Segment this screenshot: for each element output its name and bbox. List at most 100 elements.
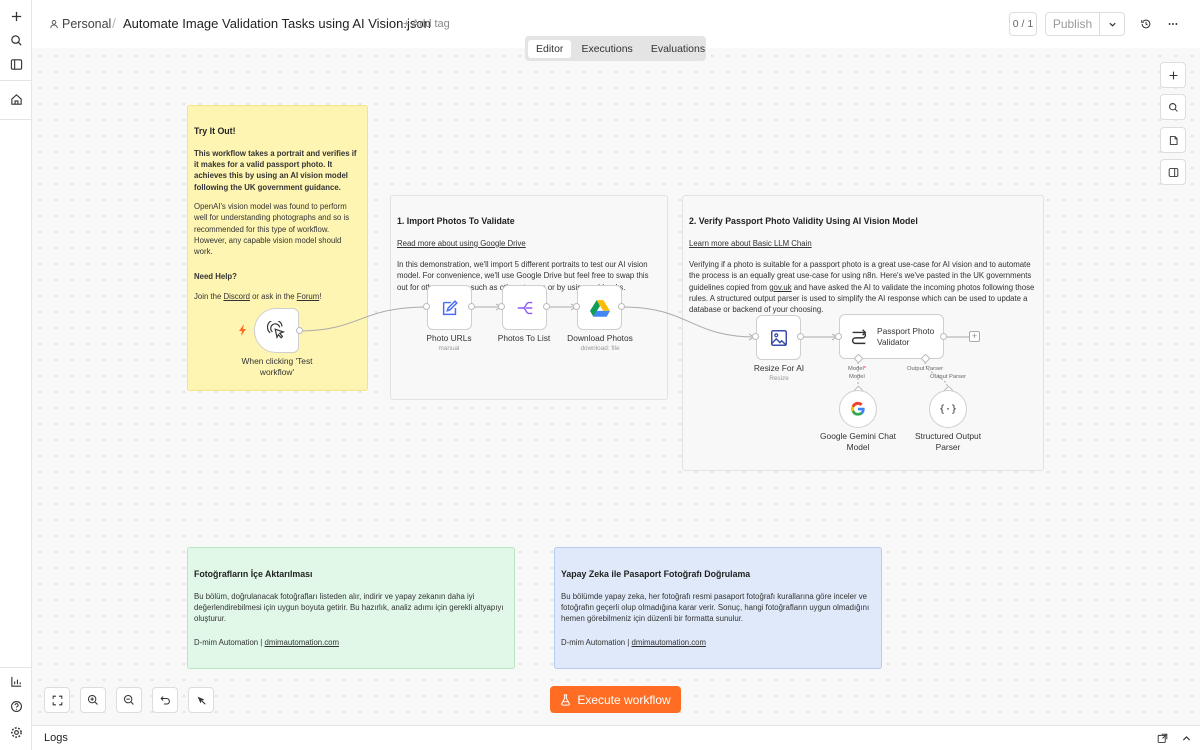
- dmim-link[interactable]: dmimautomation.com: [264, 638, 339, 647]
- image-icon: [770, 329, 787, 346]
- settings-gear-icon[interactable]: [4, 720, 28, 744]
- node-label: Resize For AI: [753, 363, 805, 373]
- tidy-up-button[interactable]: [188, 687, 214, 713]
- breadcrumb-separator: /: [112, 15, 116, 31]
- fit-view-icon: [52, 695, 62, 705]
- flask-icon: [561, 693, 571, 706]
- workflow-title[interactable]: Automate Image Validation Tasks using AI…: [123, 16, 431, 31]
- add-sticky-button[interactable]: [1160, 127, 1186, 153]
- home-icon[interactable]: [4, 87, 28, 111]
- node-label: Photo URLs: [426, 333, 472, 343]
- execute-label: Execute workflow: [577, 692, 671, 707]
- input-port[interactable]: [752, 333, 759, 340]
- help-text: Join the: [194, 291, 224, 301]
- dmim-link[interactable]: dmimautomation.com: [631, 638, 706, 647]
- project-breadcrumb[interactable]: Personal: [49, 17, 111, 31]
- fit-view-button[interactable]: [44, 687, 70, 713]
- port-label-text: Model: [848, 366, 864, 372]
- node-subtitle: manual: [438, 345, 460, 352]
- zoom-in-icon: [87, 694, 98, 705]
- node-google-gemini-chat-model[interactable]: [839, 390, 877, 428]
- left-sidebar: [0, 0, 32, 750]
- node-download-photos[interactable]: [577, 285, 622, 330]
- output-port[interactable]: [618, 303, 625, 310]
- add-node-button[interactable]: [1160, 62, 1186, 88]
- node-label: Download Photos: [567, 333, 633, 343]
- rail-divider: [0, 80, 32, 81]
- help-text: or ask in the: [249, 291, 297, 301]
- publish-label[interactable]: Publish: [1046, 13, 1100, 35]
- node-subtitle: Resize: [769, 375, 789, 382]
- node-label: Photos To List: [497, 333, 551, 343]
- tab-executions[interactable]: Executions: [573, 40, 640, 58]
- sticky-text: Bu bölümde yapay zeka, her fotoğrafı res…: [561, 591, 870, 624]
- google-drive-icon: [589, 299, 610, 317]
- project-name: Personal: [62, 17, 112, 31]
- node-manual-trigger[interactable]: [254, 308, 299, 353]
- sticky-note-tr-verify[interactable]: Yapay Zeka ile Pasaport Fotoğrafı Doğrul…: [554, 547, 882, 669]
- help-icon[interactable]: [4, 694, 28, 718]
- logs-panel[interactable]: Logs: [32, 725, 1200, 750]
- tab-editor[interactable]: Editor: [528, 39, 572, 58]
- tab-evaluations[interactable]: Evaluations: [643, 40, 713, 58]
- side-panel-button[interactable]: [1160, 159, 1186, 185]
- node-photo-urls[interactable]: [427, 285, 472, 330]
- output-port[interactable]: [797, 333, 804, 340]
- node-label: Structured Output Parser: [914, 431, 982, 452]
- magic-wand-icon: [197, 696, 206, 705]
- rail-divider: [0, 667, 32, 668]
- user-icon: [50, 20, 58, 29]
- llm-chain-docs-link[interactable]: Learn more about Basic LLM Chain: [689, 239, 812, 248]
- sticky-title: Try It Out!: [194, 126, 236, 136]
- input-port[interactable]: [573, 303, 580, 310]
- add-tag-button[interactable]: + Add tag: [403, 18, 450, 30]
- sticky-title: 2. Verify Passport Photo Validity Using …: [689, 216, 918, 226]
- undo-button[interactable]: [152, 687, 178, 713]
- more-options-icon[interactable]: [1163, 14, 1183, 34]
- zoom-in-button[interactable]: [80, 687, 106, 713]
- node-resize-for-ai[interactable]: [756, 315, 801, 360]
- chevron-up-icon[interactable]: [1181, 733, 1192, 744]
- panel-toggle-icon[interactable]: [4, 52, 28, 76]
- add-next-node-icon[interactable]: +: [969, 331, 980, 342]
- credit-text: D-mim Automation |: [194, 637, 265, 647]
- lightning-bolt-icon: [239, 324, 246, 336]
- input-port[interactable]: [423, 303, 430, 310]
- discord-link[interactable]: Discord: [223, 292, 249, 301]
- gov-uk-link[interactable]: gov.uk: [769, 283, 791, 292]
- execute-workflow-button[interactable]: Execute workflow: [550, 686, 681, 713]
- insights-chart-icon[interactable]: [4, 669, 28, 693]
- edit-pencil-icon: [442, 299, 458, 315]
- node-passport-photo-validator[interactable]: Passport Photo Validator: [839, 314, 944, 359]
- chevron-down-icon[interactable]: [1100, 13, 1124, 35]
- sticky-text: Bu bölüm, doğrulanacak fotoğrafları list…: [194, 591, 504, 624]
- logs-label: Logs: [44, 732, 68, 744]
- forum-link[interactable]: Forum: [297, 292, 320, 301]
- search-nodes-button[interactable]: [1160, 94, 1186, 120]
- node-structured-output-parser[interactable]: {·}: [929, 390, 967, 428]
- plus-icon[interactable]: [4, 4, 28, 28]
- node-label: When clicking 'Test workflow': [241, 356, 313, 377]
- node-photos-to-list[interactable]: [502, 285, 547, 330]
- input-port[interactable]: [498, 303, 505, 310]
- sticky-title: Fotoğrafların İçe Aktarılması: [194, 569, 313, 579]
- llm-chain-icon: [851, 328, 867, 344]
- output-port[interactable]: [543, 303, 550, 310]
- input-port[interactable]: [835, 333, 842, 340]
- publish-button[interactable]: Publish: [1045, 12, 1125, 36]
- undo-icon: [159, 695, 170, 705]
- node-label: Passport Photo Validator: [877, 326, 935, 347]
- output-port[interactable]: [296, 327, 303, 334]
- sticky-text: OpenAI's vision model was found to perfo…: [194, 201, 350, 257]
- zoom-out-button[interactable]: [116, 687, 142, 713]
- search-icon[interactable]: [4, 28, 28, 52]
- pop-out-icon[interactable]: [1157, 733, 1168, 744]
- sticky-bold-text: This workflow takes a portrait and verif…: [194, 148, 357, 192]
- output-port[interactable]: [940, 333, 947, 340]
- history-icon[interactable]: [1136, 14, 1156, 34]
- google-drive-docs-link[interactable]: Read more about using Google Drive: [397, 239, 526, 248]
- output-port[interactable]: [468, 303, 475, 310]
- sticky-title: Yapay Zeka ile Pasaport Fotoğrafı Doğrul…: [561, 569, 751, 579]
- sticky-note-tr-import[interactable]: Fotoğrafların İçe Aktarılması Bu bölüm, …: [187, 547, 515, 669]
- zoom-out-icon: [123, 694, 134, 705]
